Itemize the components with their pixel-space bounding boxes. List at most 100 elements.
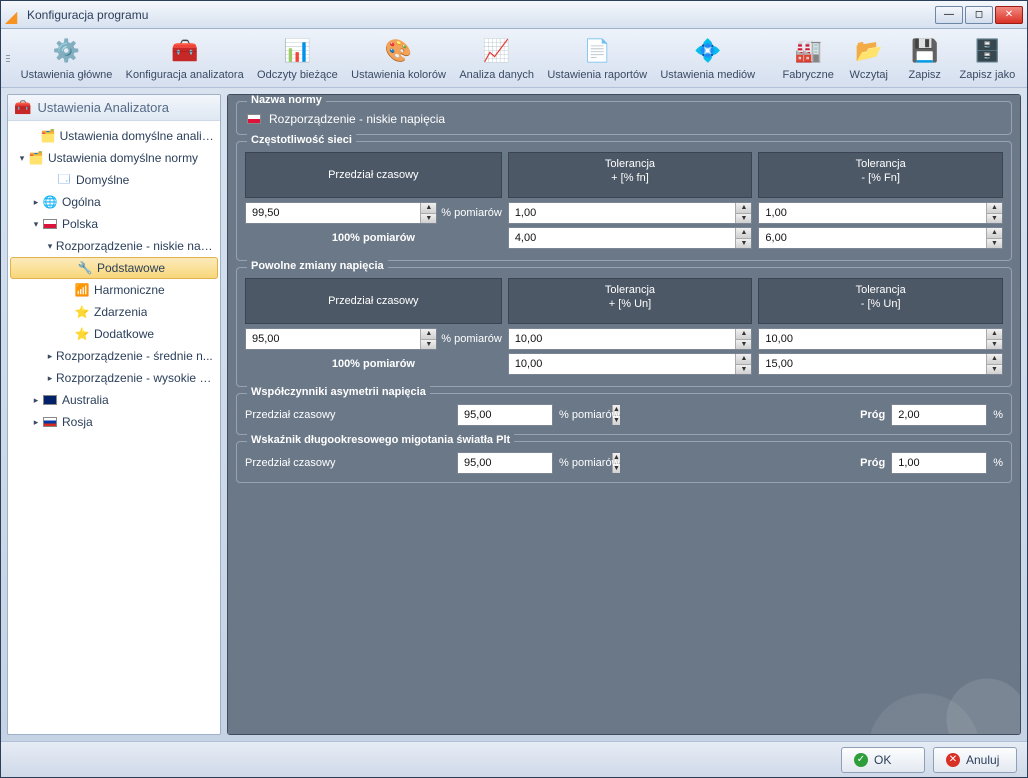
label-prog-plt: Próg bbox=[860, 457, 885, 469]
group-plt: Wskaźnik długookresowego migotania świat… bbox=[236, 441, 1012, 483]
unit-pomiarow-3: % pomiarów bbox=[559, 409, 620, 421]
tree-domyslne[interactable]: 🗔Domyślne bbox=[8, 169, 220, 191]
unit-percent-1: % bbox=[993, 409, 1003, 421]
plt-interval-input[interactable]: ▲▼ bbox=[457, 452, 553, 474]
sidebar: 🧰 Ustawienia Analizatora 🗂️Ustawienia do… bbox=[7, 94, 221, 735]
globe-icon: 🌐 bbox=[42, 194, 58, 210]
nav-tree: 🗂️Ustawienia domyślne analizatora ▾🗂️Ust… bbox=[8, 121, 220, 734]
tree-polska[interactable]: ▾Polska bbox=[8, 213, 220, 235]
label-interval-plt: Przedział czasowy bbox=[245, 457, 355, 469]
col-interval-2: Przedział czasowy bbox=[245, 278, 502, 324]
spin-up-icon[interactable]: ▲ bbox=[735, 329, 751, 340]
spin-down-icon[interactable]: ▼ bbox=[420, 340, 436, 350]
freq-tolp1-input[interactable]: ▲▼ bbox=[508, 202, 753, 224]
gear-icon: ⚙️ bbox=[51, 35, 83, 67]
freq-tolm2-input[interactable]: ▲▼ bbox=[758, 227, 1003, 249]
spin-down-icon[interactable]: ▼ bbox=[986, 239, 1002, 249]
group-frequency: Częstotliwość sieci Przedział czasowy To… bbox=[236, 141, 1012, 261]
spin-down-icon[interactable]: ▼ bbox=[420, 214, 436, 224]
col-tol-plus-un: Tolerancja + [% Un] bbox=[508, 278, 753, 324]
dialog-footer: ✓OK ✕Anuluj bbox=[1, 741, 1027, 777]
star-icon: ⭐ bbox=[74, 326, 90, 342]
tree-zdarzenia[interactable]: ⭐Zdarzenia bbox=[8, 301, 220, 323]
spin-up-icon[interactable]: ▲ bbox=[986, 203, 1002, 214]
spin-down-icon[interactable]: ▼ bbox=[735, 239, 751, 249]
spin-up-icon[interactable]: ▲ bbox=[986, 228, 1002, 239]
tree-dodatkowe[interactable]: ⭐Dodatkowe bbox=[8, 323, 220, 345]
spin-up-icon[interactable]: ▲ bbox=[735, 354, 751, 365]
toolbar-analyzer-config[interactable]: 🧰Konfiguracja analizatora bbox=[120, 33, 249, 83]
spin-down-icon[interactable]: ▼ bbox=[735, 214, 751, 224]
freq-interval-input[interactable]: ▲▼ bbox=[245, 202, 437, 224]
cancel-button[interactable]: ✕Anuluj bbox=[933, 747, 1017, 773]
ok-button[interactable]: ✓OK bbox=[841, 747, 925, 773]
spin-down-icon[interactable]: ▼ bbox=[735, 340, 751, 350]
spin-up-icon[interactable]: ▲ bbox=[420, 203, 436, 214]
bars-icon: 📶 bbox=[74, 282, 90, 298]
spin-up-icon[interactable]: ▲ bbox=[986, 329, 1002, 340]
tree-rosja[interactable]: ▸Rosja bbox=[8, 411, 220, 433]
toolbar-save-as[interactable]: 🗄️Zapisz jako bbox=[954, 33, 1021, 83]
toolbar-main-settings[interactable]: ⚙️Ustawienia główne bbox=[15, 33, 118, 83]
toolbar-load[interactable]: 📂Wczytaj bbox=[842, 33, 896, 83]
close-button[interactable]: ✕ bbox=[995, 6, 1023, 24]
spin-down-icon[interactable]: ▼ bbox=[986, 365, 1002, 375]
tree-rozp-niskie[interactable]: ▾Rozporządzenie - niskie nap... bbox=[8, 235, 220, 257]
col-tol-minus-fn: Tolerancja - [% Fn] bbox=[758, 152, 1003, 198]
app-icon: ◢ bbox=[5, 7, 21, 23]
tree-default-analyzer[interactable]: 🗂️Ustawienia domyślne analizatora bbox=[8, 125, 220, 147]
norm-name-value: Rozporządzenie - niskie napięcia bbox=[269, 112, 445, 126]
group-slow-voltage: Powolne zmiany napięcia Przedział czasow… bbox=[236, 267, 1012, 387]
group-asymmetry: Współczynniki asymetrii napięcia Przedzi… bbox=[236, 393, 1012, 435]
slow-tolm2-input[interactable]: ▲▼ bbox=[758, 353, 1003, 375]
toolbar-current-readings[interactable]: 📊Odczyty bieżące bbox=[251, 33, 343, 83]
asym-interval-input[interactable]: ▲▼ bbox=[457, 404, 553, 426]
minimize-button[interactable]: — bbox=[935, 6, 963, 24]
flag-ru-icon bbox=[42, 414, 58, 430]
analyzer-icon: 🧰 bbox=[14, 99, 31, 116]
freq-tolp2-input[interactable]: ▲▼ bbox=[508, 227, 753, 249]
main-split: 🧰 Ustawienia Analizatora 🗂️Ustawienia do… bbox=[1, 88, 1027, 741]
spin-down-icon[interactable]: ▼ bbox=[986, 214, 1002, 224]
asym-prog-input[interactable]: ▲▼ bbox=[891, 404, 987, 426]
maximize-button[interactable]: ◻ bbox=[965, 6, 993, 24]
toolbar-color-settings[interactable]: 🎨Ustawienia kolorów bbox=[345, 33, 451, 83]
card-icon: 🗂️ bbox=[28, 150, 44, 166]
slow-tolp2-input[interactable]: ▲▼ bbox=[508, 353, 753, 375]
tree-podstawowe[interactable]: 🔧Podstawowe bbox=[10, 257, 218, 279]
spin-down-icon[interactable]: ▼ bbox=[735, 365, 751, 375]
slow-tolm1-input[interactable]: ▲▼ bbox=[758, 328, 1003, 350]
factory-icon: 🏭 bbox=[792, 35, 824, 67]
slow-tolp1-input[interactable]: ▲▼ bbox=[508, 328, 753, 350]
spin-up-icon[interactable]: ▲ bbox=[986, 354, 1002, 365]
spin-up-icon[interactable]: ▲ bbox=[735, 228, 751, 239]
unit-pomiarow-4: % pomiarów bbox=[559, 457, 620, 469]
plt-prog-input[interactable]: ▲▼ bbox=[891, 452, 987, 474]
tree-ogolna[interactable]: ▸🌐Ogólna bbox=[8, 191, 220, 213]
tree-rozp-wysokie[interactable]: ▸Rozporządzenie - wysokie n... bbox=[8, 367, 220, 389]
freq-tolm1-input[interactable]: ▲▼ bbox=[758, 202, 1003, 224]
tree-harmoniczne[interactable]: 📶Harmoniczne bbox=[8, 279, 220, 301]
app-window: ◢ Konfiguracja programu — ◻ ✕ ⚙️Ustawien… bbox=[0, 0, 1028, 778]
slow-interval-input[interactable]: ▲▼ bbox=[245, 328, 437, 350]
toolbar-save[interactable]: 💾Zapisz bbox=[898, 33, 952, 83]
tree-rozp-srednie[interactable]: ▸Rozporządzenie - średnie n... bbox=[8, 345, 220, 367]
toolbar-data-analysis[interactable]: 📈Analiza danych bbox=[454, 33, 540, 83]
sidebar-title: Ustawienia Analizatora bbox=[37, 100, 169, 115]
legend-slow-voltage: Powolne zmiany napięcia bbox=[247, 260, 388, 272]
window-buttons: — ◻ ✕ bbox=[935, 6, 1023, 24]
spin-up-icon[interactable]: ▲ bbox=[735, 203, 751, 214]
tree-australia[interactable]: ▸Australia bbox=[8, 389, 220, 411]
toolbar-media-settings[interactable]: 💠Ustawienia mediów bbox=[655, 33, 761, 83]
sidebar-header: 🧰 Ustawienia Analizatora bbox=[8, 95, 220, 121]
tree-default-norm[interactable]: ▾🗂️Ustawienia domyślne normy bbox=[8, 147, 220, 169]
toolbox-icon: 🧰 bbox=[169, 35, 201, 67]
toolbar-report-settings[interactable]: 📄Ustawienia raportów bbox=[542, 33, 653, 83]
col-interval: Przedział czasowy bbox=[245, 152, 502, 198]
spin-down-icon[interactable]: ▼ bbox=[986, 340, 1002, 350]
titlebar: ◢ Konfiguracja programu — ◻ ✕ bbox=[1, 1, 1027, 29]
toolbar-factory[interactable]: 🏭Fabryczne bbox=[777, 33, 840, 83]
main-toolbar: ⚙️Ustawienia główne 🧰Konfiguracja analiz… bbox=[1, 29, 1027, 88]
spin-up-icon[interactable]: ▲ bbox=[420, 329, 436, 340]
card-icon: 🗂️ bbox=[41, 128, 56, 144]
